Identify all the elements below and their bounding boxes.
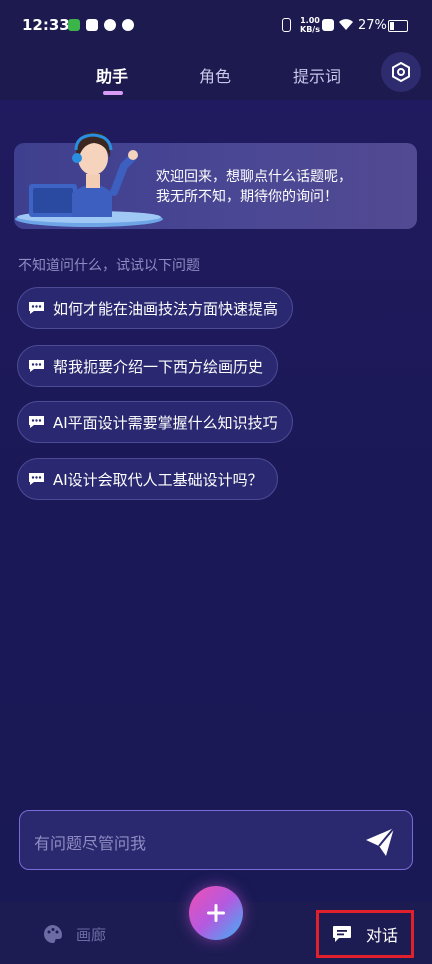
suggestion-text: 帮我扼要介绍一下西方绘画历史 (53, 357, 264, 376)
tab-prompts[interactable]: 提示词 (293, 63, 341, 87)
chat-bubble-icon (29, 360, 44, 372)
nav-chat[interactable]: 对话 (316, 910, 414, 958)
chat-icon (332, 926, 351, 942)
wifi-icon (339, 19, 353, 30)
hexagon-settings-icon (392, 61, 410, 83)
battery-percent: 27% (358, 18, 387, 33)
message-notification-icon (86, 19, 98, 31)
battery-icon (388, 20, 408, 32)
nav-gallery[interactable]: 画廊 (42, 923, 106, 945)
status-bar: 12:33 1.00 KB/s 27% (0, 0, 432, 50)
active-tab-indicator (103, 91, 123, 95)
settings-button[interactable] (381, 52, 421, 92)
suggestion-text: AI设计会取代人工基础设计吗？ (53, 470, 263, 489)
vibrate-icon (282, 18, 291, 32)
palette-icon (44, 925, 63, 943)
nav-chat-label: 对话 (365, 926, 398, 945)
chat-bubble-icon (29, 473, 44, 485)
suggestion-chip-2[interactable]: 帮我扼要介绍一下西方绘画历史 (17, 345, 279, 387)
assistant-avatar-illustration (15, 132, 163, 227)
tab-roles[interactable]: 角色 (199, 63, 231, 87)
suggestion-chip-1[interactable]: 如何才能在油画技法方面快速提高 (17, 287, 294, 329)
suggestion-text: AI平面设计需要掌握什么知识技巧 (53, 413, 278, 432)
new-chat-fab[interactable] (189, 886, 243, 940)
app-notification-icon (68, 19, 80, 31)
tab-assistant[interactable]: 助手 (96, 63, 128, 87)
network-speed: 1.00 KB/s (300, 16, 320, 34)
nfc-icon (322, 19, 334, 31)
chat-bubble-icon (29, 416, 44, 428)
input-placeholder: 有问题尽管问我 (34, 834, 147, 853)
suggestion-hint: 不知道问什么，试试以下问题 (18, 258, 200, 274)
nav-gallery-label: 画廊 (76, 925, 107, 944)
app-notification-icon-3 (122, 19, 134, 31)
suggestion-chip-4[interactable]: AI设计会取代人工基础设计吗？ (17, 458, 278, 500)
chat-bubble-icon (29, 302, 44, 314)
welcome-line-2: 我无所不知，期待你的询问！ (156, 189, 338, 205)
status-time: 12:33 (22, 16, 70, 34)
welcome-line-1: 欢迎回来，想聊点什么话题呢， (156, 169, 352, 185)
suggestion-chip-3[interactable]: AI平面设计需要掌握什么知识技巧 (17, 401, 293, 443)
welcome-message: 欢迎回来，想聊点什么话题呢， 我无所不知，期待你的询问！ (156, 167, 406, 207)
plus-icon (207, 904, 225, 922)
suggestion-text: 如何才能在油画技法方面快速提高 (53, 299, 279, 318)
send-button[interactable] (360, 822, 400, 860)
app-notification-icon-2 (104, 19, 116, 31)
